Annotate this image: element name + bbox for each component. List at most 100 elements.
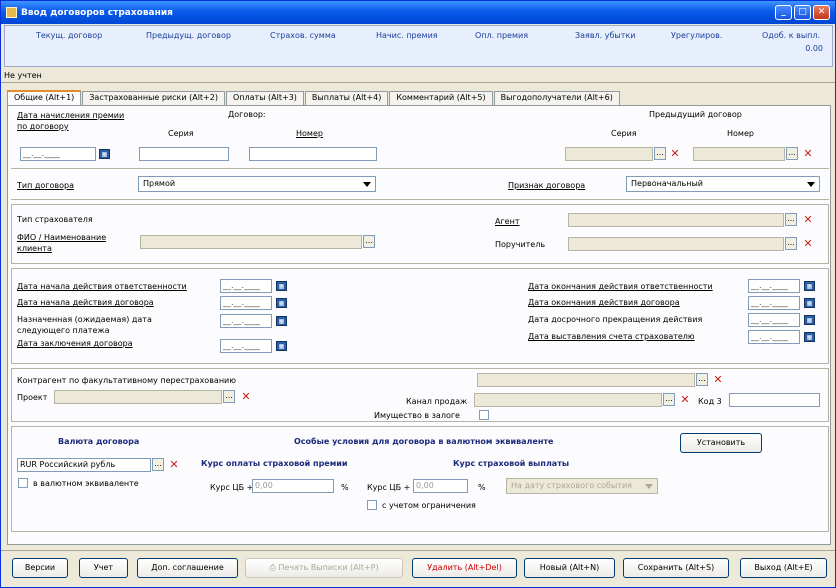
channel-clear-icon[interactable]: ✕ bbox=[679, 394, 691, 406]
calendar-icon[interactable]: ▦ bbox=[99, 149, 110, 159]
channel-ellipsis-button[interactable]: ... bbox=[663, 393, 675, 406]
client-ellipsis-button[interactable]: ... bbox=[363, 235, 375, 248]
set-button[interactable]: Установить bbox=[680, 433, 762, 453]
title-bar: Ввод договоров страхования _ □ ✕ bbox=[1, 1, 835, 24]
contract-type-select[interactable]: Прямой bbox=[138, 176, 376, 192]
agent-clear-icon[interactable]: ✕ bbox=[802, 214, 814, 226]
payout-date-select[interactable]: На дату страхового события bbox=[506, 478, 658, 494]
series-input[interactable] bbox=[139, 147, 229, 161]
delete-button[interactable]: Удалить (Alt+Del) bbox=[412, 558, 517, 578]
tab-payouts[interactable]: Выплаты (Alt+4) bbox=[304, 91, 389, 105]
equiv-checkbox[interactable] bbox=[18, 478, 28, 488]
contract-sign-select[interactable]: Первоначальный bbox=[626, 176, 820, 192]
minimize-button[interactable]: _ bbox=[775, 5, 792, 20]
calendar-icon[interactable]: ▦ bbox=[276, 316, 287, 326]
counterparty-input bbox=[477, 373, 695, 387]
counterparty-clear-icon[interactable]: ✕ bbox=[712, 374, 724, 386]
client-name-label: ФИО / Наименование клиента bbox=[17, 233, 107, 253]
contract-sign-value: Первоначальный bbox=[631, 179, 703, 188]
project-clear-icon[interactable]: ✕ bbox=[240, 391, 252, 403]
new-button[interactable]: Новый (Alt+N) bbox=[524, 558, 615, 578]
liability-start-date-field[interactable]: __.__.____ bbox=[220, 279, 272, 293]
pledge-label: Имущество в залоге bbox=[374, 411, 460, 420]
next-payment-date-field[interactable]: __.__.____ bbox=[220, 314, 272, 328]
agent-input bbox=[568, 213, 784, 227]
number-input[interactable] bbox=[249, 147, 377, 161]
payout-cb-label: Курс ЦБ + bbox=[367, 483, 411, 492]
addendum-button[interactable]: Доп. соглашение bbox=[137, 558, 238, 578]
save-button[interactable]: Сохранить (Alt+S) bbox=[623, 558, 729, 578]
maximize-button[interactable]: □ bbox=[794, 5, 811, 20]
early-termination-date-field[interactable]: __.__.____ bbox=[748, 313, 800, 327]
pledge-checkbox[interactable] bbox=[479, 410, 489, 420]
info-prev-contract: Предыдущ. договор bbox=[146, 31, 231, 40]
insurer-type-label: Тип страхователя bbox=[17, 215, 93, 224]
limit-label: с учетом ограничения bbox=[382, 501, 476, 510]
counterparty-ellipsis-button[interactable]: ... bbox=[696, 373, 708, 386]
calendar-icon[interactable]: ▦ bbox=[276, 298, 287, 308]
contract-type-label: Тип договора bbox=[17, 181, 74, 190]
tab-comment[interactable]: Комментарий (Alt+5) bbox=[389, 91, 493, 105]
prev-number-label: Номер bbox=[727, 129, 754, 138]
invoice-date-field[interactable]: __.__.____ bbox=[748, 330, 800, 344]
tab-general[interactable]: Общие (Alt+1) bbox=[7, 90, 82, 105]
premium-date-field[interactable]: __.__.____ bbox=[20, 147, 96, 161]
prev-number-ellipsis-button[interactable]: ... bbox=[786, 147, 798, 160]
close-button[interactable]: ✕ bbox=[813, 5, 830, 20]
calendar-icon[interactable]: ▦ bbox=[276, 281, 287, 291]
currency-input[interactable]: RUR Российский рубль bbox=[17, 458, 151, 472]
printer-icon: ⎙ bbox=[269, 563, 279, 572]
info-approved-payout: Одоб. к выпл. bbox=[762, 31, 821, 40]
limit-checkbox[interactable] bbox=[367, 500, 377, 510]
code-input[interactable] bbox=[729, 393, 820, 407]
account-button[interactable]: Учет bbox=[79, 558, 128, 578]
premium-rate-input[interactable]: 0,00 bbox=[252, 479, 334, 493]
tab-strip: Общие (Alt+1) Застрахованные риски (Alt+… bbox=[7, 90, 621, 105]
contract-start-date-field[interactable]: __.__.____ bbox=[220, 296, 272, 310]
versions-button[interactable]: Версии bbox=[12, 558, 68, 578]
divider bbox=[1, 82, 835, 83]
currency-ellipsis-button[interactable]: ... bbox=[152, 458, 164, 471]
contract-end-date-field[interactable]: __.__.____ bbox=[748, 296, 800, 310]
premium-rate-title: Курс оплаты страховой премии bbox=[201, 459, 348, 468]
project-ellipsis-button[interactable]: ... bbox=[223, 390, 235, 403]
print-statement-button: ⎙ Печать Выписки (Alt+P) bbox=[245, 558, 403, 578]
prev-series-ellipsis-button[interactable]: ... bbox=[654, 147, 666, 160]
tab-payments[interactable]: Оплаты (Alt+3) bbox=[225, 91, 304, 105]
counterparty-label: Контрагент по факультативному перестрахо… bbox=[17, 376, 236, 385]
agent-ellipsis-button[interactable]: ... bbox=[785, 213, 797, 226]
calendar-icon[interactable]: ▦ bbox=[804, 281, 815, 291]
guarantor-clear-icon[interactable]: ✕ bbox=[802, 238, 814, 250]
prev-number-clear-icon[interactable]: ✕ bbox=[802, 148, 814, 160]
premium-cb-label: Курс ЦБ + bbox=[210, 483, 254, 492]
calendar-icon[interactable]: ▦ bbox=[804, 315, 815, 325]
premium-date-label: Дата начисления премии по договору bbox=[17, 111, 125, 131]
date-label-contract-end: Дата окончания действия договора bbox=[528, 298, 680, 307]
chevron-down-icon bbox=[363, 182, 371, 187]
calendar-icon[interactable]: ▦ bbox=[276, 341, 287, 351]
client-name-input bbox=[140, 235, 362, 249]
calendar-icon[interactable]: ▦ bbox=[804, 332, 815, 342]
main-window: Ввод договоров страхования _ □ ✕ Текущ. … bbox=[0, 0, 836, 588]
payout-date-value: На дату страхового события bbox=[511, 481, 632, 490]
channel-label: Канал продаж bbox=[406, 397, 468, 406]
guarantor-ellipsis-button[interactable]: ... bbox=[785, 237, 797, 250]
liability-end-date-field[interactable]: __.__.____ bbox=[748, 279, 800, 293]
channel-input bbox=[474, 393, 662, 407]
project-label: Проект bbox=[17, 393, 48, 402]
tab-insured-risks[interactable]: Застрахованные риски (Alt+2) bbox=[82, 91, 225, 105]
info-summary-bar: Текущ. договор Предыдущ. договор Страхов… bbox=[4, 25, 833, 67]
chevron-down-icon bbox=[645, 484, 653, 489]
currency-title: Валюта договора bbox=[58, 437, 140, 446]
info-accrued-premium: Начис. премия bbox=[376, 31, 438, 40]
payout-rate-input[interactable]: 0,00 bbox=[413, 479, 468, 493]
conclusion-date-field[interactable]: __.__.____ bbox=[220, 339, 272, 353]
code-label: Код 3 bbox=[698, 397, 722, 406]
prev-series-clear-icon[interactable]: ✕ bbox=[669, 148, 681, 160]
prev-contract-label: Предыдущий договор bbox=[649, 110, 742, 119]
tab-beneficiaries[interactable]: Выгодополучатели (Alt+6) bbox=[493, 91, 620, 105]
calendar-icon[interactable]: ▦ bbox=[804, 298, 815, 308]
premium-percent-label: % bbox=[341, 483, 349, 492]
currency-clear-icon[interactable]: ✕ bbox=[168, 459, 180, 471]
exit-button[interactable]: Выход (Alt+E) bbox=[740, 558, 827, 578]
